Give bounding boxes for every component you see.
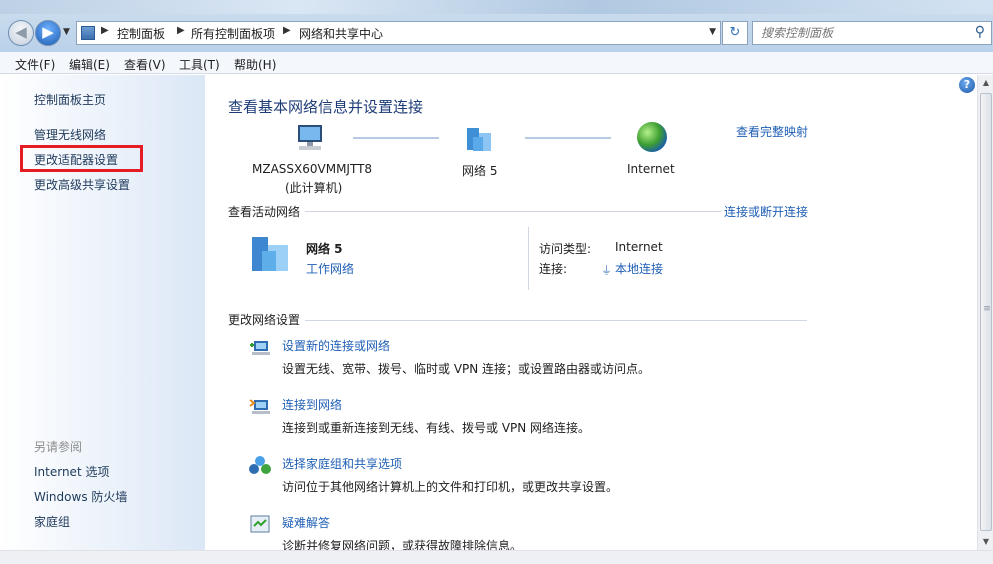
- search-input[interactable]: [753, 22, 963, 44]
- internet-node-label: Internet: [627, 162, 675, 176]
- refresh-icon: ↻: [729, 25, 741, 40]
- sidebar-homegroup[interactable]: 家庭组: [34, 513, 70, 530]
- breadcrumb-separator[interactable]: ▶: [177, 25, 185, 36]
- recent-pages-dropdown[interactable]: ▼: [63, 27, 70, 37]
- address-bar-area: ◀ ▶ ▼ ▶ 控制面板 ▶ 所有控制面板项 ▶ 网络和共享中心 ▼ ↻ ⚲: [0, 0, 993, 52]
- connect-to-network-link[interactable]: 连接到网络: [282, 396, 342, 413]
- bottom-frame: [0, 550, 993, 564]
- vertical-divider: [528, 227, 529, 290]
- forward-icon: ▶: [42, 23, 54, 41]
- control-panel-icon: [81, 26, 95, 40]
- main-pane: 查看基本网络信息并设置连接 查看完整映射 MZASSX60VMMJTT8 (此计…: [205, 75, 977, 553]
- scroll-thumb[interactable]: ≡: [980, 93, 992, 531]
- local-connection-link[interactable]: 本地连接: [615, 260, 663, 277]
- sidebar-home[interactable]: 控制面板主页: [34, 91, 106, 108]
- computer-subtitle: (此计算机): [285, 181, 343, 195]
- computer-name: MZASSX60VMMJTT8: [252, 162, 373, 176]
- connect-disconnect-link[interactable]: 连接或断开连接: [724, 203, 808, 220]
- breadcrumb-all-items[interactable]: 所有控制面板项: [191, 25, 275, 42]
- plug-icon: ⏚: [601, 264, 612, 277]
- network-node-label: 网络 5: [462, 164, 498, 178]
- homegroup-icon: [249, 456, 271, 474]
- new-connection-icon: [250, 341, 270, 355]
- view-full-map-link[interactable]: 查看完整映射: [736, 123, 808, 140]
- access-type-label: 访问类型:: [539, 242, 592, 256]
- homegroup-sharing-desc: 访问位于其他网络计算机上的文件和打印机，或更改共享设置。: [282, 480, 619, 494]
- search-icon[interactable]: ⚲: [975, 24, 985, 40]
- network-icon: [252, 237, 288, 271]
- breadcrumb-network-center[interactable]: 网络和共享中心: [299, 25, 383, 42]
- grip-icon: ≡: [983, 304, 991, 314]
- vertical-scrollbar[interactable]: ▲ ≡ ▼: [977, 75, 993, 550]
- troubleshoot-icon: [250, 515, 270, 533]
- scroll-down-button[interactable]: ▼: [978, 534, 993, 550]
- breadcrumb-separator[interactable]: ▶: [101, 25, 109, 36]
- active-networks-heading: 查看活动网络: [228, 205, 301, 219]
- connection-label: 连接:: [539, 262, 568, 276]
- search-box[interactable]: ⚲: [752, 21, 992, 45]
- menu-file[interactable]: 文件(F): [15, 56, 55, 73]
- menu-help[interactable]: 帮助(H): [234, 56, 276, 73]
- globe-icon[interactable]: [637, 122, 667, 152]
- computer-icon[interactable]: [293, 123, 327, 153]
- sidebar-manage-wireless[interactable]: 管理无线网络: [34, 126, 106, 143]
- troubleshoot-link[interactable]: 疑难解答: [282, 514, 330, 531]
- back-button[interactable]: ◀: [8, 20, 34, 46]
- homegroup-sharing-link[interactable]: 选择家庭组和共享选项: [282, 455, 402, 472]
- refresh-button[interactable]: ↻: [722, 21, 748, 45]
- network-type-link[interactable]: 工作网络: [306, 260, 354, 277]
- section-divider: [305, 211, 721, 212]
- scroll-up-button[interactable]: ▲: [978, 75, 993, 91]
- forward-button[interactable]: ▶: [35, 20, 61, 46]
- see-also-heading: 另请参阅: [34, 440, 83, 454]
- breadcrumb-control-panel[interactable]: 控制面板: [117, 25, 165, 42]
- access-type-value: Internet: [615, 240, 663, 254]
- address-box[interactable]: ▶ 控制面板 ▶ 所有控制面板项 ▶ 网络和共享中心 ▼: [76, 21, 721, 45]
- menu-view[interactable]: 查看(V): [124, 56, 166, 73]
- connect-to-network-desc: 连接到或重新连接到无线、有线、拨号或 VPN 网络连接。: [282, 421, 591, 435]
- section-divider: [305, 320, 807, 321]
- help-icon[interactable]: ?: [959, 77, 975, 93]
- background-strip: [0, 0, 993, 14]
- back-icon: ◀: [15, 23, 27, 41]
- network-icon[interactable]: [463, 125, 497, 155]
- active-network-name: 网络 5: [306, 242, 343, 256]
- highlight-annotation: [20, 145, 143, 172]
- sidebar-advanced-sharing[interactable]: 更改高级共享设置: [34, 176, 130, 193]
- breadcrumb-separator[interactable]: ▶: [283, 25, 291, 36]
- menu-bar: 文件(F) 编辑(E) 查看(V) 工具(T) 帮助(H): [0, 52, 993, 74]
- sidebar-internet-options[interactable]: Internet 选项: [34, 463, 109, 480]
- sidebar-firewall[interactable]: Windows 防火墙: [34, 488, 127, 505]
- menu-tools[interactable]: 工具(T): [179, 56, 220, 73]
- connection-line: [525, 137, 611, 139]
- connection-line: [353, 137, 439, 139]
- setup-connection-desc: 设置无线、宽带、拨号、临时或 VPN 连接；或设置路由器或访问点。: [282, 362, 651, 376]
- change-settings-heading: 更改网络设置: [228, 313, 301, 327]
- menu-edit[interactable]: 编辑(E): [69, 56, 110, 73]
- page-title: 查看基本网络信息并设置连接: [228, 98, 424, 116]
- address-dropdown-icon[interactable]: ▼: [709, 27, 716, 37]
- connect-network-icon: [249, 399, 270, 414]
- setup-connection-link[interactable]: 设置新的连接或网络: [282, 337, 390, 354]
